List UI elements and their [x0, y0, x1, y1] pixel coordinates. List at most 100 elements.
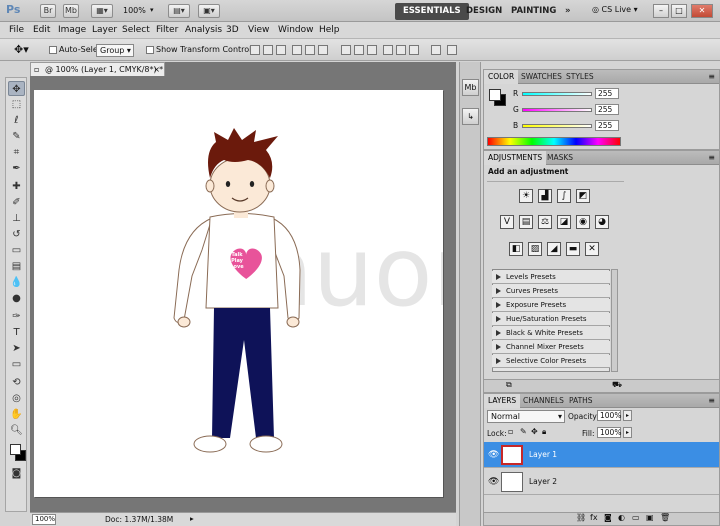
auto-align-icon[interactable] — [431, 45, 441, 55]
preset-hue-saturation[interactable]: Hue/Saturation Presets — [492, 313, 610, 326]
lasso-tool-icon[interactable]: ℓ — [8, 113, 25, 128]
fill-input[interactable]: 100% — [597, 427, 621, 438]
menu-window[interactable]: Window — [278, 25, 314, 35]
threshold-icon[interactable]: ◢ — [547, 242, 561, 256]
posterize-icon[interactable]: ▨ — [528, 242, 542, 256]
auto-select-checkbox[interactable] — [49, 46, 57, 54]
preset-curves[interactable]: Curves Presets — [492, 285, 610, 298]
pen-tool-icon[interactable]: ✑ — [8, 309, 25, 324]
gradient-tool-icon[interactable]: ▤ — [8, 259, 25, 274]
invert-icon[interactable]: ◧ — [509, 242, 523, 256]
quick-selection-tool-icon[interactable]: ✎ — [8, 129, 25, 144]
bridge-button[interactable]: Br — [40, 4, 56, 18]
distribute-bottom-icon[interactable] — [367, 45, 377, 55]
align-vcenter-icon[interactable] — [263, 45, 273, 55]
tab-masks[interactable]: MASKS — [543, 151, 577, 165]
color-fg-swatch[interactable] — [489, 89, 501, 101]
mini-bridge-button[interactable]: Mb — [63, 4, 79, 18]
workspace-painting[interactable]: PAINTING — [503, 3, 564, 20]
preset-black-white[interactable]: Black & White Presets — [492, 327, 610, 340]
exposure-icon[interactable]: ◩ — [576, 189, 590, 203]
hand-tool-icon[interactable]: ✋ — [8, 407, 25, 422]
link-layers-icon[interactable]: ⛓ — [576, 513, 586, 522]
align-bottom-icon[interactable] — [276, 45, 286, 55]
healing-brush-tool-icon[interactable]: ✚ — [8, 179, 25, 194]
channel-r-slider[interactable] — [522, 92, 592, 96]
distribute-left-icon[interactable] — [383, 45, 393, 55]
status-zoom[interactable]: 100% — [32, 514, 56, 525]
fill-slider-button[interactable]: ▸ — [623, 427, 632, 438]
arrange-documents-button[interactable]: ▤▾ — [168, 4, 190, 18]
dodge-tool-icon[interactable]: ● — [8, 291, 25, 306]
menu-view[interactable]: View — [248, 25, 269, 35]
menu-filter[interactable]: Filter — [156, 25, 178, 35]
preset-selective-color[interactable]: Selective Color Presets — [492, 355, 610, 368]
layer-style-icon[interactable]: fx — [590, 513, 598, 522]
view-extras-button[interactable]: ▦▾ — [91, 4, 113, 18]
new-group-icon[interactable]: ▭ — [632, 513, 640, 522]
channel-b-input[interactable]: 255 — [595, 120, 619, 131]
black-white-icon[interactable]: ◪ — [557, 215, 571, 229]
color-balance-icon[interactable]: ⚖ — [538, 215, 552, 229]
menu-edit[interactable]: Edit — [33, 25, 50, 35]
channel-g-input[interactable]: 255 — [595, 104, 619, 115]
more-workspaces-icon[interactable]: » — [557, 3, 579, 20]
menu-analysis[interactable]: Analysis — [185, 25, 222, 35]
marquee-tool-icon[interactable]: ⬚ — [8, 97, 25, 112]
add-mask-icon[interactable]: ◙ — [604, 513, 612, 522]
eye-icon[interactable]: 👁︎ — [488, 477, 499, 487]
3d-mode-icon[interactable] — [447, 45, 457, 55]
move-tool-preset-icon[interactable]: ✥▾ — [14, 43, 29, 56]
blend-mode-dropdown[interactable]: Normal ▾ — [487, 410, 565, 423]
presets-scrollbar[interactable] — [611, 269, 618, 372]
new-layer-icon[interactable]: ▣ — [646, 513, 654, 522]
tab-paths[interactable]: PATHS — [565, 394, 597, 408]
align-hcenter-icon[interactable] — [305, 45, 315, 55]
panel-menu-icon[interactable]: ≡ — [708, 72, 715, 81]
menu-file[interactable]: File — [9, 25, 24, 35]
eraser-tool-icon[interactable]: ▭ — [8, 243, 25, 258]
eyedropper-tool-icon[interactable]: ✒ — [8, 161, 25, 176]
selective-color-icon[interactable]: ✕ — [585, 242, 599, 256]
history-panel-icon[interactable]: ↳ — [462, 108, 479, 125]
document-tab[interactable]: ▫ @ 100% (Layer 1, CMYK/8*) * × — [30, 62, 165, 76]
layers-menu-icon[interactable]: ≡ — [708, 396, 715, 405]
preset-channel-mixer[interactable]: Channel Mixer Presets — [492, 341, 610, 354]
quick-mask-icon[interactable]: ◙ — [8, 466, 25, 481]
menu-help[interactable]: Help — [319, 25, 340, 35]
maximize-button[interactable]: □ — [671, 4, 687, 18]
move-tool-icon[interactable]: ✥ — [8, 81, 25, 96]
tab-channels[interactable]: CHANNELS — [519, 394, 568, 408]
crop-tool-icon[interactable]: ⌗ — [8, 145, 25, 160]
menu-3d[interactable]: 3D — [226, 25, 239, 35]
hue-saturation-icon[interactable]: ▤ — [519, 215, 533, 229]
layer-row-1[interactable]: 👁︎ Layer 1 — [484, 442, 719, 468]
history-brush-tool-icon[interactable]: ↺ — [8, 227, 25, 242]
layer-row-2[interactable]: 👁︎ Layer 2 — [484, 469, 719, 495]
levels-icon[interactable]: ▟ — [538, 189, 552, 203]
zoom-level[interactable]: 100% — [123, 6, 146, 15]
channel-mixer-icon[interactable]: ◕ — [595, 215, 609, 229]
curves-icon[interactable]: ∫ — [557, 189, 571, 203]
menu-layer[interactable]: Layer — [92, 25, 117, 35]
photo-filter-icon[interactable]: ◉ — [576, 215, 590, 229]
channel-b-slider[interactable] — [522, 124, 592, 128]
lock-image-icon[interactable]: ✎ — [520, 427, 527, 436]
opacity-input[interactable]: 100% — [597, 410, 621, 421]
gradient-map-icon[interactable]: ▬ — [566, 242, 580, 256]
align-right-icon[interactable] — [318, 45, 328, 55]
eye-icon[interactable]: 👁︎ — [488, 450, 499, 460]
minimize-button[interactable]: – — [653, 4, 669, 18]
foreground-color-swatch[interactable] — [10, 444, 21, 455]
shape-tool-icon[interactable]: ▭ — [8, 357, 25, 372]
mini-bridge-panel-icon[interactable]: Mb — [462, 79, 479, 96]
distribute-vcenter-icon[interactable] — [354, 45, 364, 55]
close-button[interactable]: ✕ — [691, 4, 713, 18]
canvas[interactable]: nuon Talk Play Love — [34, 90, 493, 497]
zoom-dropdown-icon[interactable]: ▾ — [150, 6, 154, 14]
tab-styles[interactable]: STYLES — [562, 70, 598, 84]
lock-position-icon[interactable]: ✥ — [531, 427, 538, 436]
transform-controls-checkbox[interactable] — [146, 46, 154, 54]
distribute-right-icon[interactable] — [409, 45, 419, 55]
lock-all-icon[interactable]: 🔒︎ — [542, 427, 546, 437]
